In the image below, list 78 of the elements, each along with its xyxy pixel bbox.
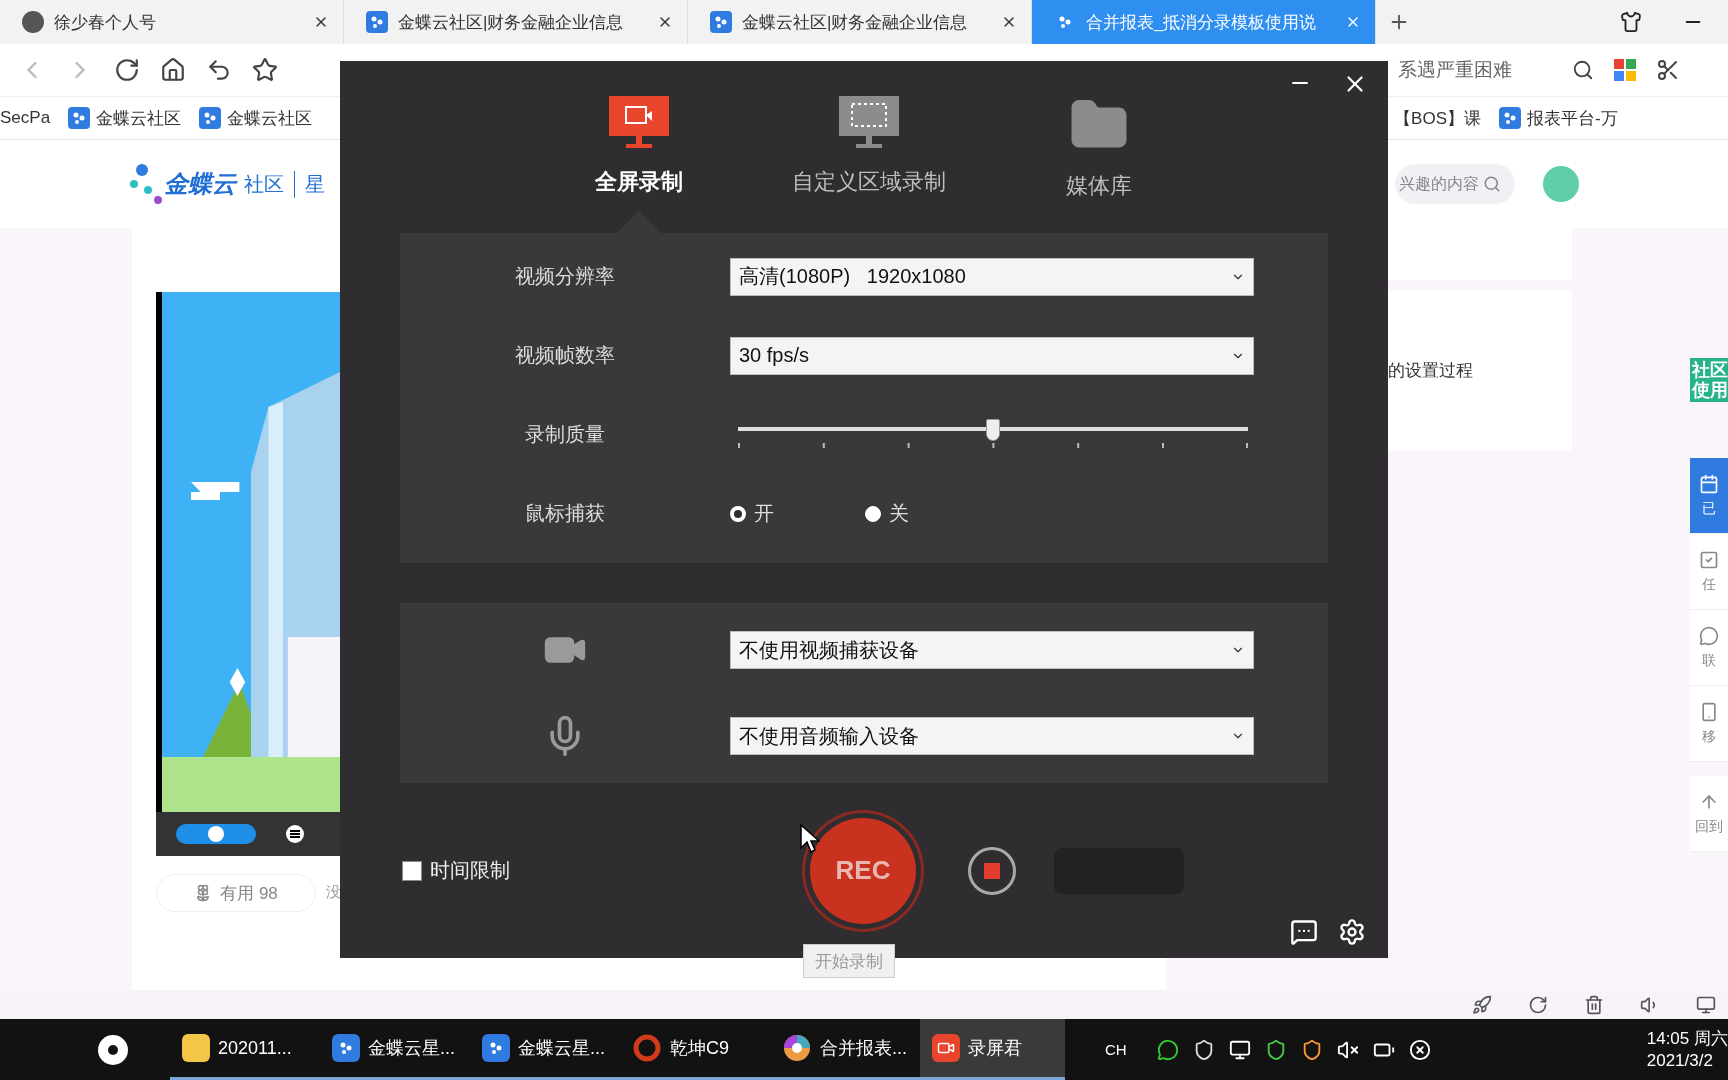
dots-icon <box>1499 107 1521 129</box>
bookmark[interactable]: 报表平台-万 <box>1499 106 1618 130</box>
sidebar-card-text: 的设置过程 <box>1388 290 1572 450</box>
setting-label: 录制质量 <box>524 422 606 447</box>
window-icon[interactable] <box>1696 994 1716 1015</box>
home-icon[interactable] <box>160 57 186 83</box>
useful-button[interactable]: 有用 98 <box>156 874 316 912</box>
reload-icon[interactable] <box>114 57 140 83</box>
scissors-icon[interactable] <box>1656 58 1680 82</box>
search-icon <box>1483 175 1501 193</box>
logo-subtitle: 社区 <box>244 171 284 197</box>
bookmark[interactable]: 【BOS】课 <box>1394 106 1481 130</box>
dropdown[interactable]: 高清(1080P) 1920x1080 <box>730 257 1254 296</box>
bookmark[interactable]: 金蝶云社区 <box>68 106 182 130</box>
close-circle-icon[interactable] <box>1408 1038 1431 1061</box>
radio-option[interactable]: 关 <box>865 500 1000 527</box>
setting-label: 视频帧数率 <box>514 343 616 368</box>
menu-icon[interactable] <box>286 825 304 843</box>
search-icon[interactable] <box>1572 59 1594 81</box>
ring-icon <box>632 1033 662 1063</box>
checkbox-icon <box>1699 549 1719 570</box>
side-tool[interactable]: 任 <box>1690 534 1728 610</box>
monitor-icon <box>608 95 670 151</box>
undo-icon[interactable] <box>206 57 232 83</box>
taskbar-item[interactable]: 金蝶云星... <box>470 1019 620 1080</box>
slider-thumb[interactable] <box>986 418 1000 441</box>
taskbar-item[interactable]: 202011... <box>170 1019 320 1080</box>
chat-icon[interactable] <box>1290 918 1318 946</box>
monitor-icon[interactable] <box>1228 1038 1251 1061</box>
logo-icon <box>130 162 164 206</box>
chat-icon[interactable] <box>1156 1038 1179 1061</box>
bookmark[interactable]: SecPa <box>0 108 51 128</box>
refresh-icon[interactable] <box>1528 994 1548 1015</box>
tooltip: 开始录制 <box>803 944 895 978</box>
bookmark[interactable]: 金蝶云社区 <box>199 106 313 130</box>
language-indicator[interactable]: CH <box>1105 1041 1127 1058</box>
chat-icon <box>1699 625 1719 646</box>
dropdown[interactable]: 不使用音频输入设备 <box>730 717 1254 755</box>
toggle-pill-icon <box>176 824 256 844</box>
side-tool[interactable]: 联 <box>1690 610 1728 686</box>
taskbar-item[interactable]: 乾坤C9 <box>620 1019 770 1080</box>
dots-icon <box>68 107 91 129</box>
cursor-icon <box>800 824 820 854</box>
setting-label: 鼠标捕获 <box>524 501 606 526</box>
site-logo: 金蝶云 <box>164 169 236 199</box>
avatar-icon <box>22 11 44 33</box>
stop-button[interactable] <box>968 846 1016 895</box>
mode-tab[interactable]: 自定义区域录制 <box>774 83 964 233</box>
phone-icon <box>1699 701 1719 722</box>
clock[interactable]: 14:05 周六 2021/3/2 <box>1646 1027 1728 1072</box>
dots-icon <box>332 1034 360 1062</box>
address-text: 系遇严重困难 <box>1398 58 1512 82</box>
radio-option[interactable]: 开 <box>730 500 865 527</box>
dropdown[interactable]: 30 fps/s <box>730 336 1254 375</box>
dots-icon <box>482 1034 510 1062</box>
color-wheel-icon <box>782 1033 812 1063</box>
mode-tab[interactable]: 媒体库 <box>1004 83 1194 233</box>
setting-label: 视频分辨率 <box>514 264 616 289</box>
side-tool[interactable]: 已 <box>1690 458 1728 534</box>
monitor-icon <box>838 95 900 151</box>
time-limit-checkbox[interactable]: 时间限制 <box>402 857 510 884</box>
taskbar-item[interactable]: 金蝶云星... <box>320 1019 470 1080</box>
trash-icon[interactable] <box>1584 994 1604 1015</box>
settings-icon[interactable] <box>1338 918 1366 946</box>
nav-link[interactable]: 星 <box>294 170 325 198</box>
dots-icon <box>366 11 388 33</box>
dropdown[interactable]: 不使用视频捕获设备 <box>730 631 1254 669</box>
dots-icon <box>199 107 222 129</box>
dots-icon <box>710 11 732 33</box>
grid-icon[interactable] <box>1614 59 1636 81</box>
camera-icon <box>932 1034 960 1062</box>
calendar-icon <box>1699 473 1719 494</box>
side-tool[interactable]: 移 <box>1690 686 1728 762</box>
star-icon[interactable] <box>252 57 278 83</box>
taskbar-item[interactable]: 录屏君 <box>920 1019 1065 1080</box>
rocket-icon[interactable] <box>1472 994 1492 1015</box>
back-to-top-button[interactable]: 回到 <box>1690 776 1728 852</box>
shirt-icon[interactable] <box>1620 11 1642 33</box>
